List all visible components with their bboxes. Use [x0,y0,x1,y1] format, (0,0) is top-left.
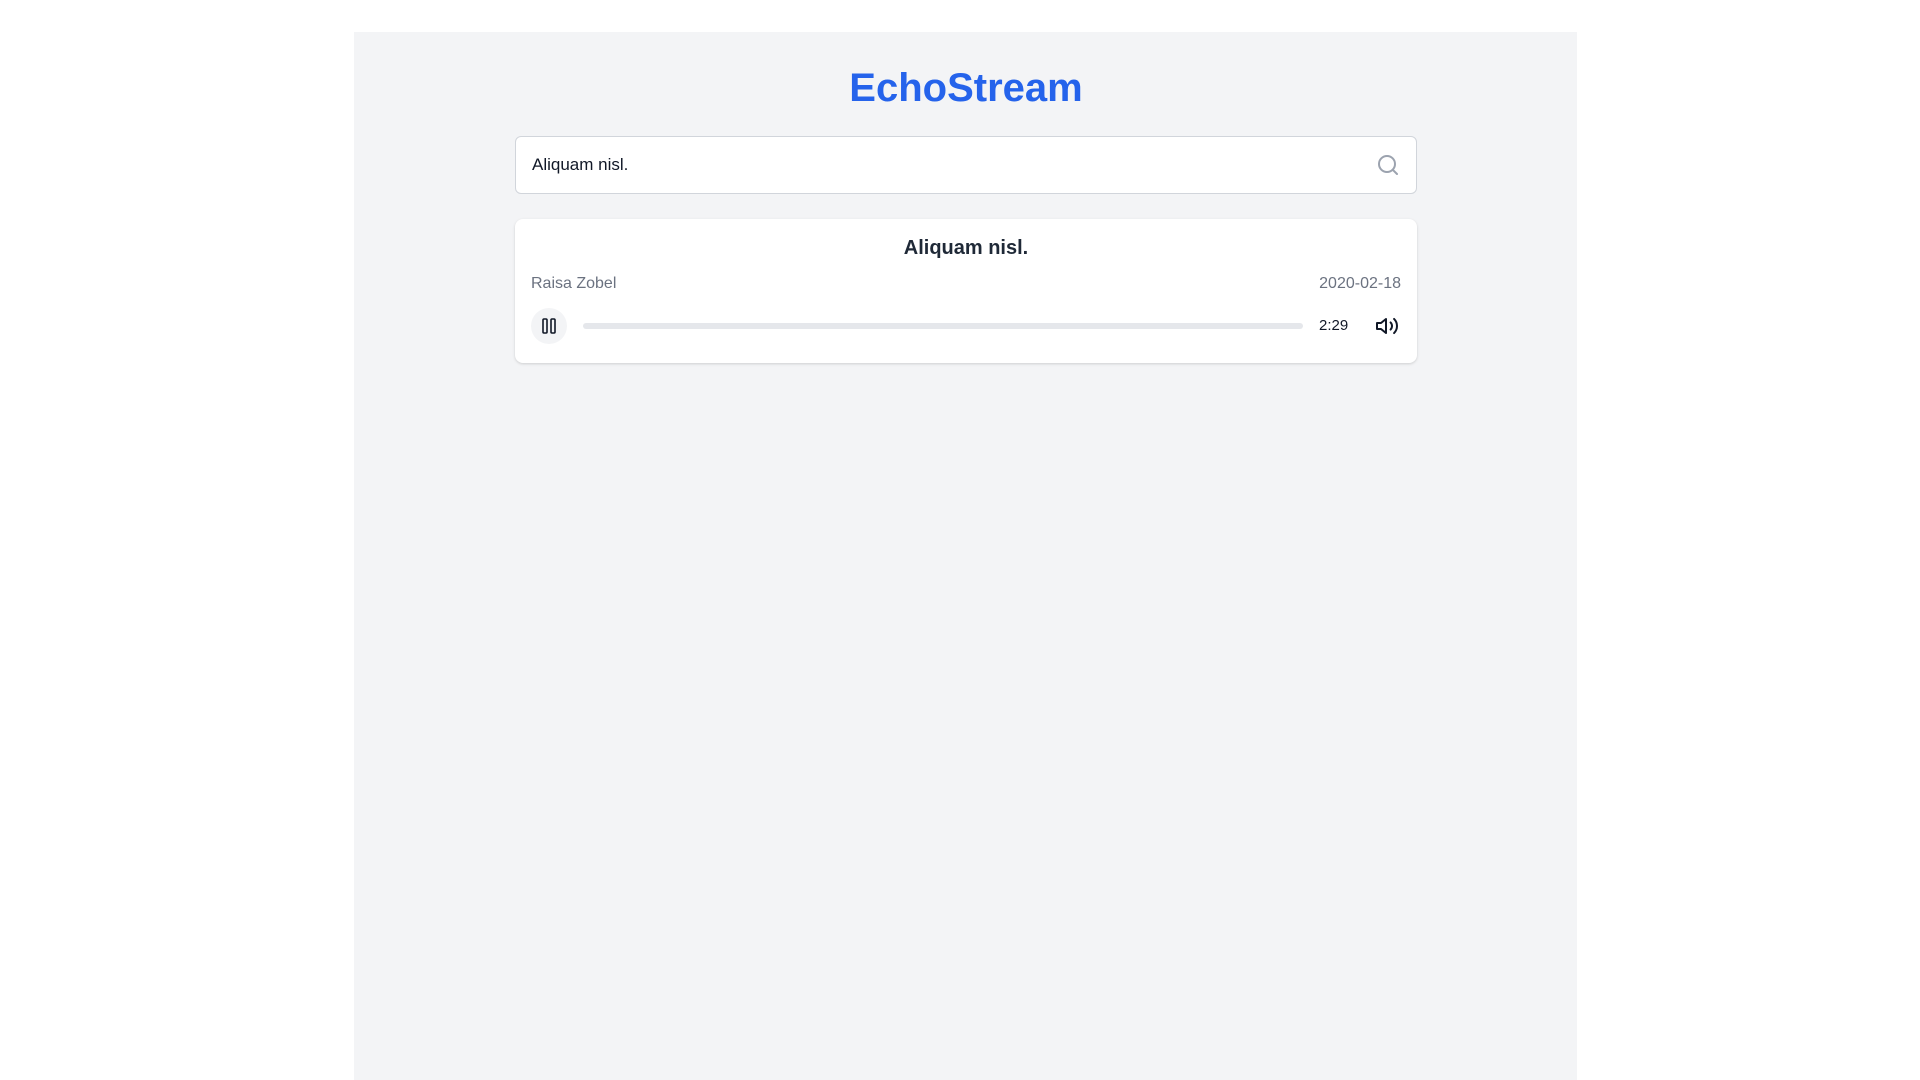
pause-button[interactable] [531,308,567,344]
main-content: EchoStream Aliquam nisl. Raisa Zobel 202… [515,32,1417,363]
app-title: EchoStream [849,66,1083,110]
search-bar [515,136,1417,194]
app-container: EchoStream Aliquam nisl. Raisa Zobel 202… [354,32,1577,1080]
player-controls: 2:29 [531,308,1401,344]
track-artist: Raisa Zobel [531,275,617,292]
volume-icon[interactable] [1375,314,1399,338]
search-input[interactable] [532,137,1352,193]
track-meta: Raisa Zobel 2020-02-18 [531,275,1401,297]
track-date: 2020-02-18 [1319,275,1401,292]
pause-icon [542,318,556,334]
search-icon[interactable] [1376,153,1400,177]
track-title: Aliquam nisl. [903,237,1029,259]
track-duration: 2:29 [1319,317,1349,334]
progress-bar[interactable] [583,323,1303,329]
track-card: Aliquam nisl. Raisa Zobel 2020-02-18 2:2… [515,219,1417,363]
